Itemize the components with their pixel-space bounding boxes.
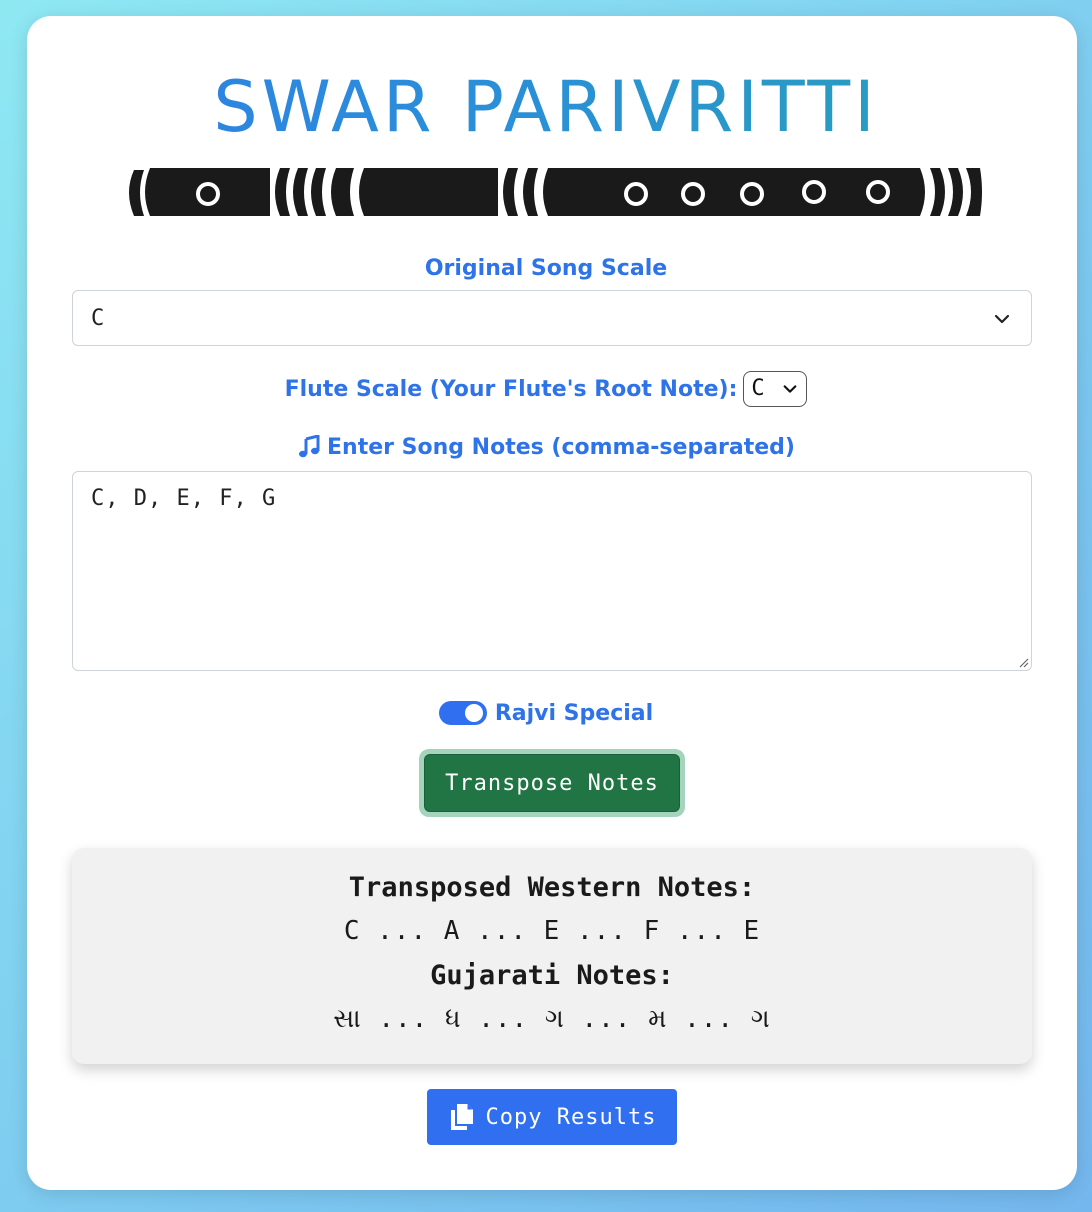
song-notes-value: C, D, E, F, G — [91, 486, 277, 511]
original-scale-label: Original Song Scale — [424, 256, 668, 281]
western-notes-heading: Transposed Western Notes: — [348, 872, 756, 903]
western-notes-output: C ... A ... E ... F ... E — [343, 916, 761, 946]
chevron-down-icon — [783, 385, 797, 393]
transpose-button-label: Transpose Notes — [424, 754, 680, 812]
transpose-button[interactable]: Transpose Notes — [419, 749, 685, 817]
song-notes-label: Enter Song Notes (comma-separated) — [0, 430, 1092, 464]
copy-results-button[interactable]: Copy Results — [427, 1089, 677, 1145]
results-panel: Transposed Western Notes: C ... A ... E … — [72, 848, 1032, 1064]
original-scale-select[interactable]: C — [72, 290, 1032, 346]
copy-icon — [450, 1104, 473, 1130]
original-scale-value: C — [91, 306, 105, 331]
flute-scale-label: Flute Scale (Your Flute's Root Note): — [284, 376, 738, 402]
rajvi-special-toggle[interactable] — [438, 701, 487, 725]
flute-scale-select[interactable]: C — [743, 371, 808, 407]
toggle-knob — [464, 704, 483, 722]
song-notes-textarea[interactable]: C, D, E, F, G — [72, 471, 1032, 671]
gujarati-notes-output: સા ... ધ ... ગ ... મ ... ગ — [333, 1004, 771, 1034]
rajvi-special-row: Rajvi Special — [0, 696, 1092, 730]
flute-illustration — [129, 168, 982, 216]
rajvi-special-label: Rajvi Special — [494, 700, 654, 726]
resize-handle-icon[interactable] — [1017, 656, 1029, 668]
chevron-down-icon — [994, 314, 1010, 324]
gujarati-notes-heading: Gujarati Notes: — [430, 960, 674, 991]
app-title: SWAR PARIVRITTI — [0, 62, 1092, 152]
song-notes-label-text: Enter Song Notes (comma-separated) — [327, 434, 795, 460]
flute-scale-row: Flute Scale (Your Flute's Root Note): C — [0, 370, 1092, 408]
copy-results-label: Copy Results — [485, 1104, 657, 1130]
music-note-icon — [299, 435, 320, 458]
flute-scale-value: C — [751, 376, 765, 401]
